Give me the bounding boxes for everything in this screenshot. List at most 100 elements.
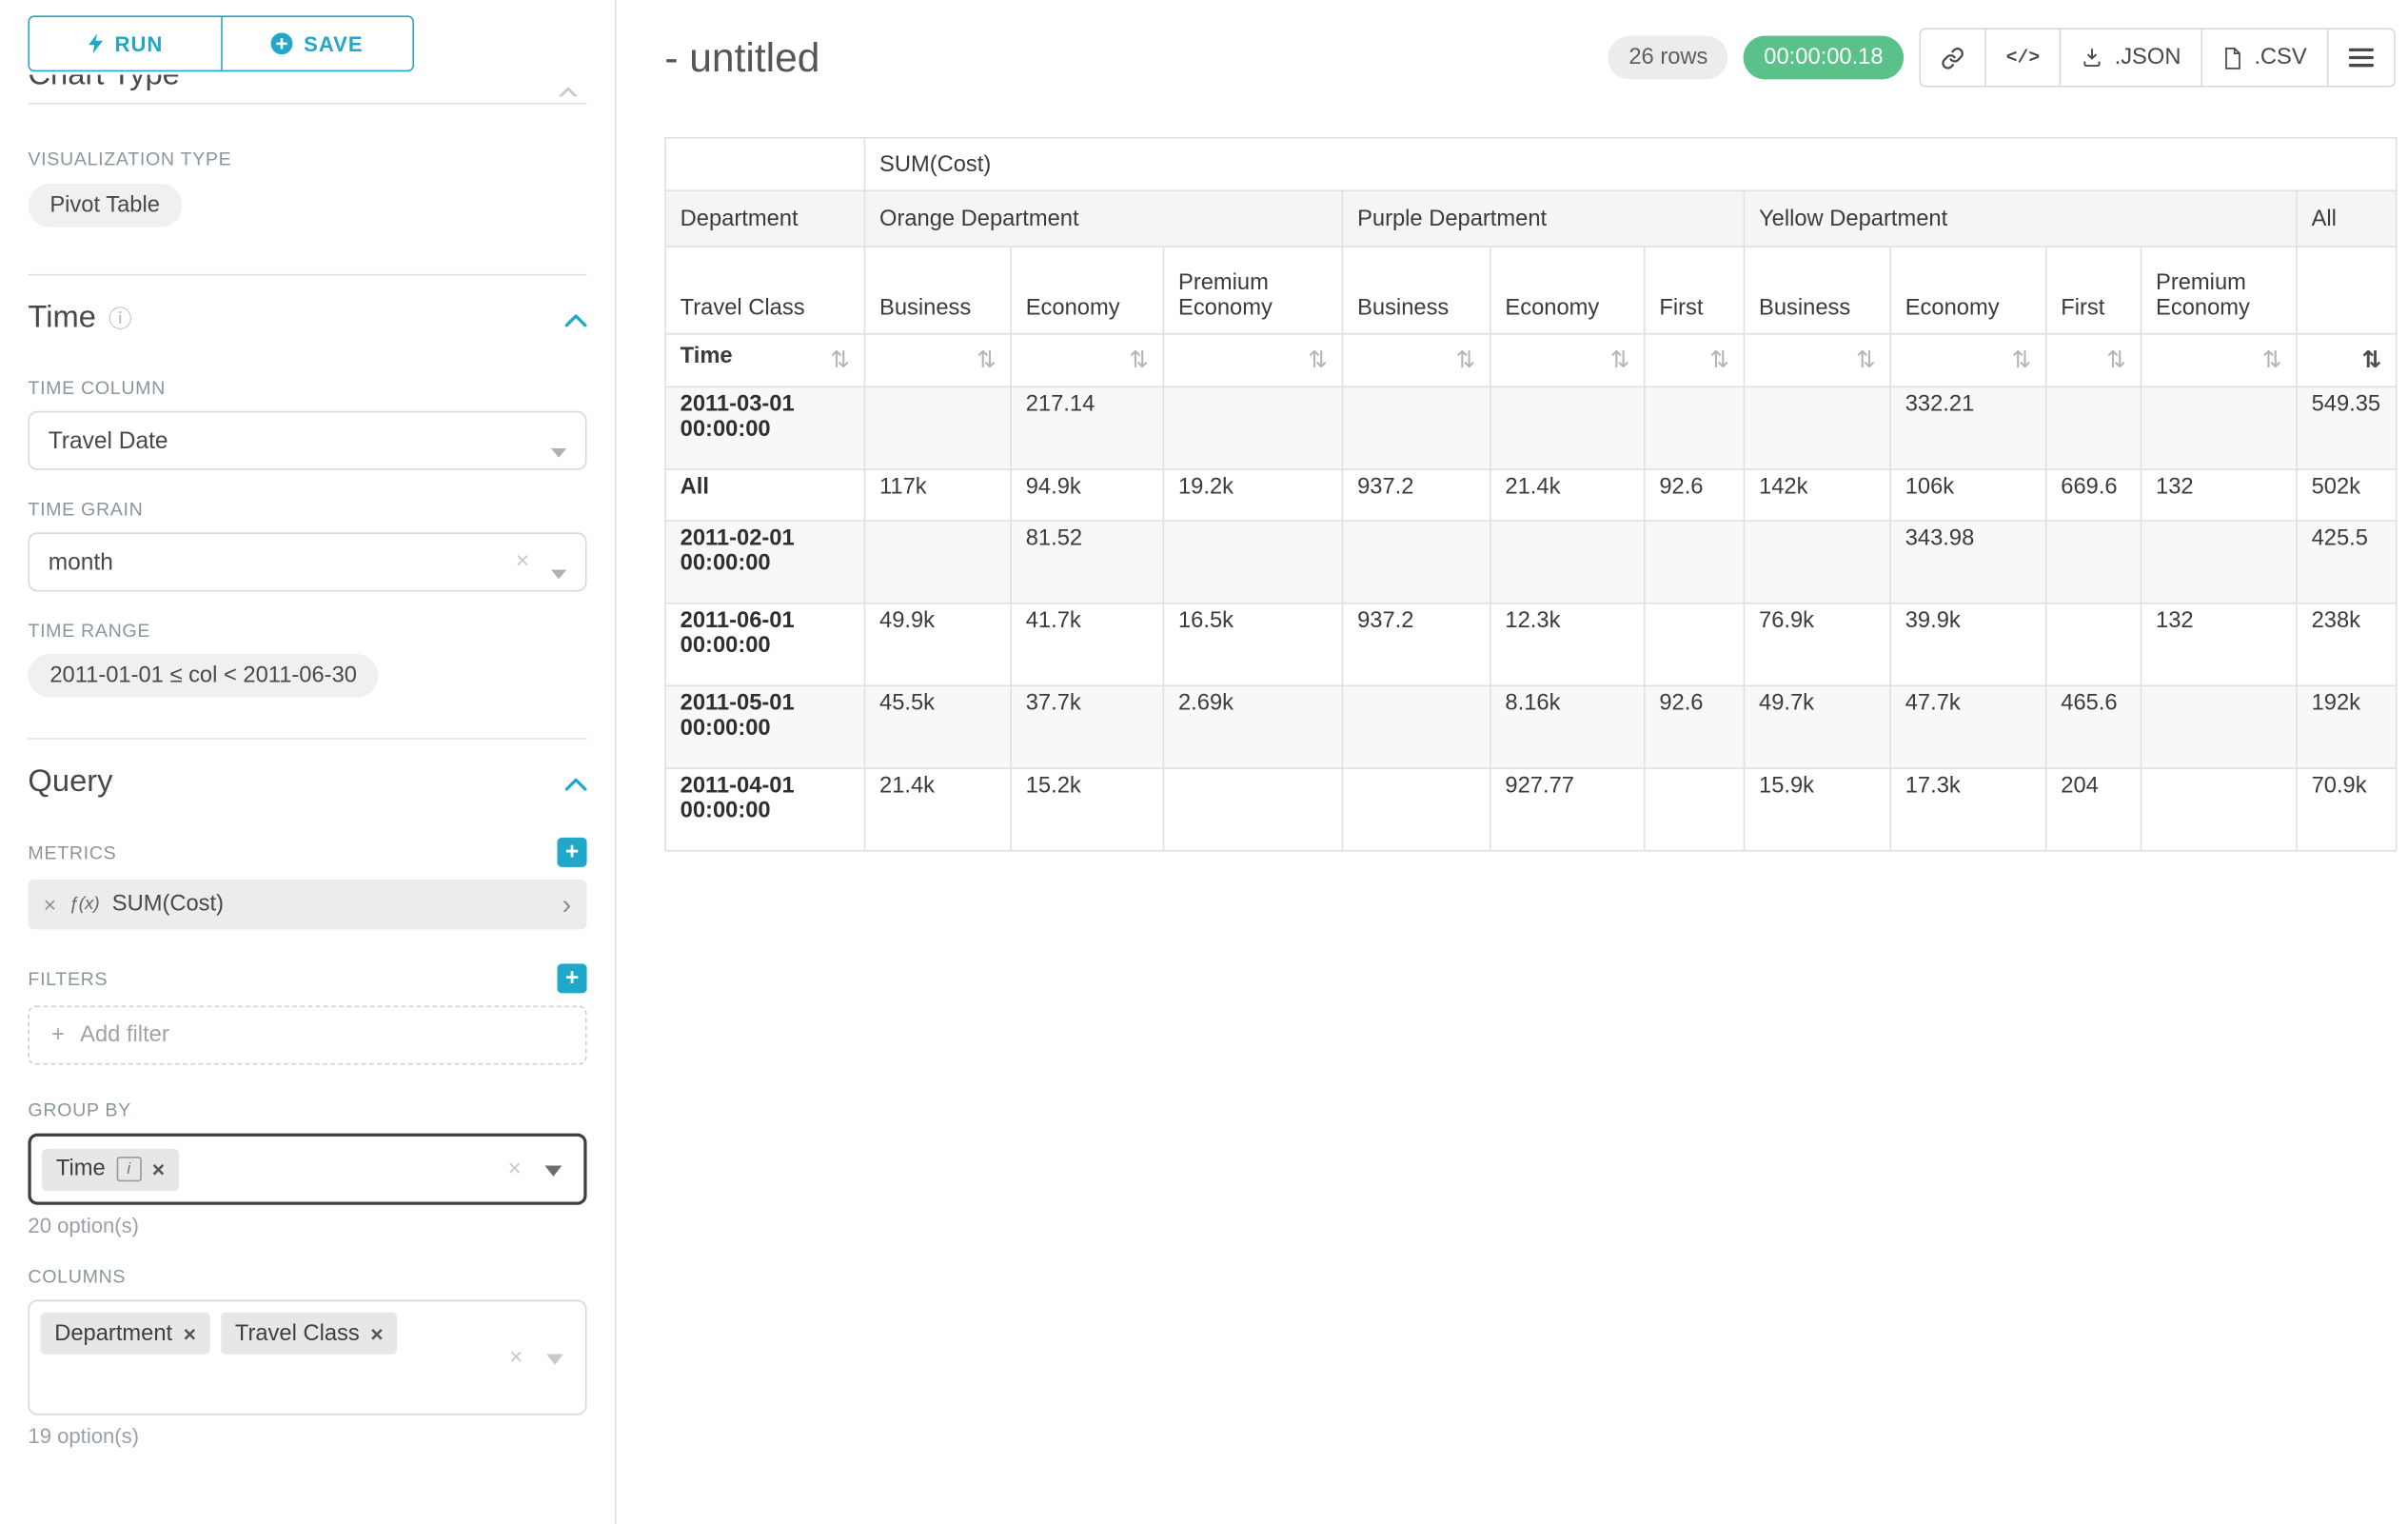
chart-title[interactable]: - untitled xyxy=(664,33,819,82)
remove-metric-icon[interactable]: × xyxy=(44,892,56,917)
row-header: 2011-05-01 00:00:00 xyxy=(665,685,864,768)
table-row: 2011-03-01 00:00:00217.14332.21549.35 xyxy=(665,386,2397,469)
column-sort-header[interactable]: ⇅ xyxy=(1343,334,1490,387)
columns-select[interactable]: Department× Travel Class × × xyxy=(28,1300,586,1415)
sort-icon[interactable]: ⇅ xyxy=(1308,344,1328,376)
pivot-cell: 17.3k xyxy=(1890,768,2046,851)
column-sort-header[interactable]: ⇅ xyxy=(1645,334,1745,387)
group-by-select[interactable]: Timei× × xyxy=(28,1134,586,1205)
pivot-cell: 465.6 xyxy=(2046,685,2142,768)
pivot-cell: 192k xyxy=(2297,685,2397,768)
clear-icon[interactable]: × xyxy=(508,1156,522,1182)
csv-label: .CSV xyxy=(2254,45,2306,69)
pivot-cell: 669.6 xyxy=(2046,469,2142,521)
pivot-cell: 76.9k xyxy=(1744,604,1890,686)
remove-icon[interactable]: × xyxy=(152,1157,165,1181)
pivot-cell xyxy=(1645,604,1745,686)
clear-icon[interactable]: × xyxy=(509,1344,523,1371)
pivot-cell xyxy=(1343,768,1490,851)
menu-button[interactable] xyxy=(2327,30,2394,86)
columns-chip[interactable]: Department× xyxy=(41,1313,210,1355)
time-column-select[interactable]: Travel Date xyxy=(28,411,586,470)
column-sort-header[interactable]: ⇅ xyxy=(2046,334,2142,387)
visualization-type-chip[interactable]: Pivot Table xyxy=(28,184,181,228)
sort-icon[interactable]: ⇅ xyxy=(1856,344,1876,376)
time-row-label: Time xyxy=(681,344,733,368)
export-csv-button[interactable]: .CSV xyxy=(2201,30,2327,86)
columns-chip[interactable]: Travel Class × xyxy=(221,1313,397,1355)
pivot-cell: 70.9k xyxy=(2297,768,2397,851)
copy-link-button[interactable] xyxy=(1921,30,1984,86)
columns-label: COLUMNS xyxy=(28,1266,586,1288)
json-label: .JSON xyxy=(2115,45,2181,69)
add-filter-button[interactable]: + xyxy=(557,963,586,993)
row-header: 2011-04-01 00:00:00 xyxy=(665,768,864,851)
chevron-down-icon xyxy=(551,438,566,465)
table-row: 2011-04-01 00:00:0021.4k15.2k927.7715.9k… xyxy=(665,768,2397,851)
all-subheader-cell xyxy=(2297,247,2397,334)
chevron-right-icon[interactable]: › xyxy=(562,890,571,918)
column-sort-header[interactable]: ⇅ xyxy=(1744,334,1890,387)
filters-label: FILTERS xyxy=(28,967,108,989)
remove-icon[interactable]: × xyxy=(184,1321,196,1346)
column-sort-header[interactable]: ⇅ xyxy=(1890,334,2046,387)
collapse-query-icon[interactable] xyxy=(565,764,587,801)
pivot-cell xyxy=(1343,521,1490,604)
chip-label: Travel Class xyxy=(235,1321,360,1346)
time-range-chip[interactable]: 2011-01-01 ≤ col < 2011-06-30 xyxy=(28,654,378,698)
department-group-header: Yellow Department xyxy=(1744,190,2297,247)
groupby-chip[interactable]: Timei× xyxy=(42,1148,179,1190)
pivot-cell xyxy=(1645,386,1745,469)
chevron-down-icon xyxy=(546,1345,563,1373)
metric-chip[interactable]: × ƒ(x) SUM(Cost) › xyxy=(28,880,586,929)
sort-icon[interactable]: ⇅ xyxy=(977,344,997,376)
sort-icon[interactable]: ⇅ xyxy=(1610,344,1630,376)
pivot-cell: 15.9k xyxy=(1744,768,1890,851)
column-sort-header[interactable]: ⇅ xyxy=(2141,334,2297,387)
export-json-button[interactable]: .JSON xyxy=(2060,30,2201,86)
save-button[interactable]: SAVE xyxy=(222,17,412,70)
run-button[interactable]: RUN xyxy=(30,17,222,70)
collapse-time-icon[interactable] xyxy=(565,301,587,337)
pivot-cell xyxy=(1490,521,1645,604)
pivot-cell: 937.2 xyxy=(1343,604,1490,686)
row-count-badge: 26 rows xyxy=(1609,36,1728,80)
sort-icon[interactable]: ⇅ xyxy=(2012,344,2032,376)
travel-class-header: Business xyxy=(1744,247,1890,334)
columns-options-count: 19 option(s) xyxy=(28,1424,586,1448)
pivot-cell: 21.4k xyxy=(864,768,1011,851)
add-filter-dropzone[interactable]: + Add filter xyxy=(28,1005,586,1064)
travel-class-header: Economy xyxy=(1011,247,1163,334)
view-query-button[interactable]: </> xyxy=(1984,30,2060,86)
sort-icon[interactable]: ⇅ xyxy=(830,344,850,376)
time-range-label: TIME RANGE xyxy=(28,620,586,642)
column-sort-header[interactable]: ⇅ xyxy=(1490,334,1645,387)
sort-icon[interactable]: ⇅ xyxy=(1129,344,1149,376)
time-section-header[interactable]: Time ⓘ xyxy=(28,301,586,337)
sort-icon[interactable]: ⇅ xyxy=(1709,344,1729,376)
query-section-header[interactable]: Query xyxy=(28,764,586,801)
department-group-header: Orange Department xyxy=(864,190,1342,247)
add-metric-button[interactable]: + xyxy=(557,838,586,867)
pivot-cell xyxy=(1645,768,1745,851)
pivot-cell: 92.6 xyxy=(1645,469,1745,521)
time-grain-select[interactable]: month × xyxy=(28,532,586,591)
sort-icon-active[interactable]: ⇅ xyxy=(2362,344,2382,376)
sort-icon[interactable]: ⇅ xyxy=(1456,344,1476,376)
pivot-cell xyxy=(2141,768,2297,851)
add-filter-label: Add filter xyxy=(80,1022,169,1047)
pivot-cell: 12.3k xyxy=(1490,604,1645,686)
chevron-up-icon[interactable] xyxy=(559,78,578,97)
pivot-cell: 21.4k xyxy=(1490,469,1645,521)
pivot-cell: 16.5k xyxy=(1163,604,1342,686)
clear-icon[interactable]: × xyxy=(516,548,529,575)
column-sort-header[interactable]: ⇅ xyxy=(864,334,1011,387)
row-label-sort-header[interactable]: Time ⇅ xyxy=(665,334,864,387)
sort-icon[interactable]: ⇅ xyxy=(2262,344,2282,376)
remove-icon[interactable]: × xyxy=(370,1321,383,1346)
column-sort-header[interactable]: ⇅ xyxy=(1011,334,1163,387)
all-sort-header[interactable]: ⇅ xyxy=(2297,334,2397,387)
column-sort-header[interactable]: ⇅ xyxy=(1163,334,1342,387)
sort-icon[interactable]: ⇅ xyxy=(2106,344,2126,376)
travel-class-header: Premium Economy xyxy=(1163,247,1342,334)
